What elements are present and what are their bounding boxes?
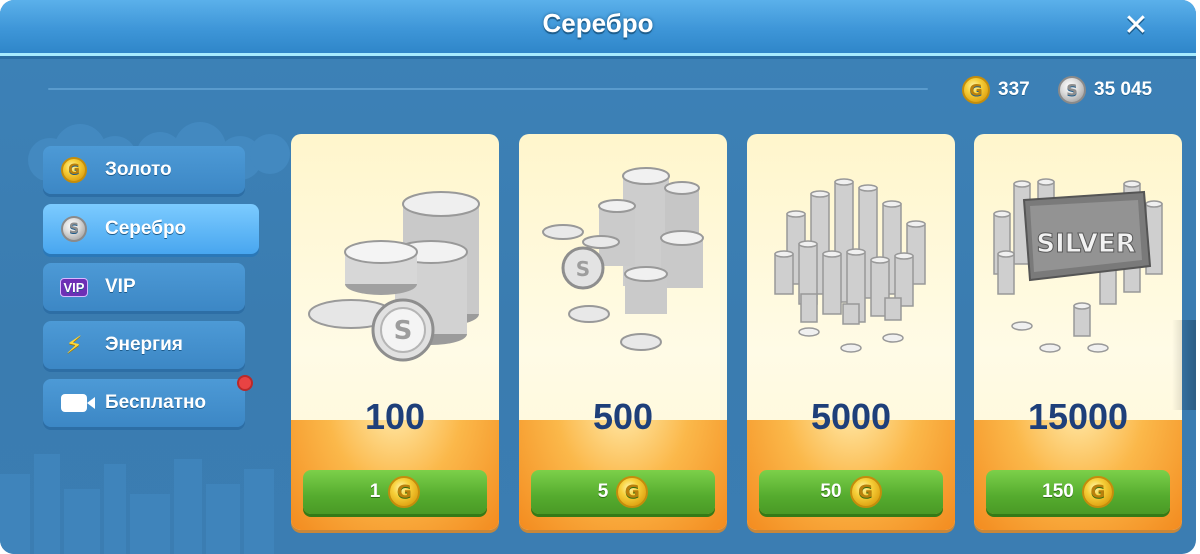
close-icon[interactable]: ✕ — [1120, 10, 1152, 42]
gold-balance: G 337 — [962, 76, 1030, 104]
offer-card-15000[interactable]: SILVER 15000 150 G — [974, 134, 1182, 530]
edge-shadow — [1172, 320, 1196, 410]
offer-card-100[interactable]: S 100 1 G — [291, 134, 499, 530]
vip-icon: VIP — [59, 277, 89, 297]
sidebar-item-silver[interactable]: S Серебро — [43, 204, 259, 254]
silver-balance: S 35 045 — [1058, 76, 1152, 104]
svg-text:S: S — [576, 257, 590, 281]
price-label: 150 — [1042, 481, 1074, 502]
header-divider — [48, 88, 928, 90]
sidebar-item-gold[interactable]: G Золото — [43, 146, 245, 194]
sidebar-item-free[interactable]: Бесплатно — [43, 375, 253, 427]
silver-bar-with-coins-image: SILVER — [993, 178, 1163, 353]
sidebar-item-label: Бесплатно — [105, 392, 207, 413]
title-bar: Серебро ✕ — [0, 0, 1196, 56]
silver-bar-text: SILVER — [1036, 229, 1135, 259]
gold-coin-icon: G — [616, 476, 649, 508]
sidebar-item-label: Серебро — [105, 218, 187, 239]
silver-coin-stacks-image: S — [542, 167, 704, 351]
gold-coin-icon: G — [1081, 476, 1114, 508]
buy-button[interactable]: 50 G — [759, 470, 943, 514]
notification-dot — [237, 375, 253, 391]
window-title: Серебро — [542, 8, 654, 38]
offer-amount: 500 — [592, 396, 654, 437]
sidebar-item-label: Золото — [105, 159, 172, 180]
buy-button[interactable]: 5 G — [531, 470, 715, 514]
offer-card-5000[interactable]: 5000 50 G — [747, 134, 955, 530]
video-camera-icon — [61, 394, 95, 412]
silver-coin-icon: S — [61, 216, 87, 242]
sidebar-item-label: VIP — [105, 276, 136, 297]
svg-text:S: S — [394, 316, 413, 346]
sidebar-item-label: Энергия — [105, 334, 183, 355]
offer-card-500[interactable]: S 500 5 G — [519, 134, 727, 530]
silver-coin-piles-image — [774, 178, 926, 353]
gold-coin-icon: G — [962, 76, 990, 104]
buy-button[interactable]: 150 G — [986, 470, 1170, 514]
price-label: 50 — [820, 481, 842, 502]
price-label: 5 — [597, 481, 609, 502]
silver-coin-icon: S — [1058, 76, 1086, 104]
gold-coin-icon: G — [849, 476, 882, 508]
city-silhouette-decoration — [0, 454, 274, 554]
lightning-icon: ⚡ — [65, 331, 83, 359]
buy-button[interactable]: 1 G — [303, 470, 487, 514]
sidebar-item-vip[interactable]: VIP VIP — [43, 263, 245, 311]
price-label: 1 — [369, 481, 381, 502]
gold-coin-icon: G — [61, 157, 87, 183]
offer-amount: 100 — [364, 396, 426, 437]
gold-balance-value: 337 — [998, 79, 1030, 100]
silver-balance-value: 35 045 — [1094, 79, 1153, 100]
shop-window: Серебро ✕ G 337 S 35 045 G Золото S Сере… — [0, 0, 1196, 554]
silver-coin-stacks-image: S — [308, 191, 480, 362]
sidebar-item-energy[interactable]: ⚡ Энергия — [43, 321, 245, 369]
offer-amount: 5000 — [810, 396, 892, 437]
gold-coin-icon: G — [388, 476, 421, 508]
offer-amount: 15000 — [1027, 396, 1129, 437]
